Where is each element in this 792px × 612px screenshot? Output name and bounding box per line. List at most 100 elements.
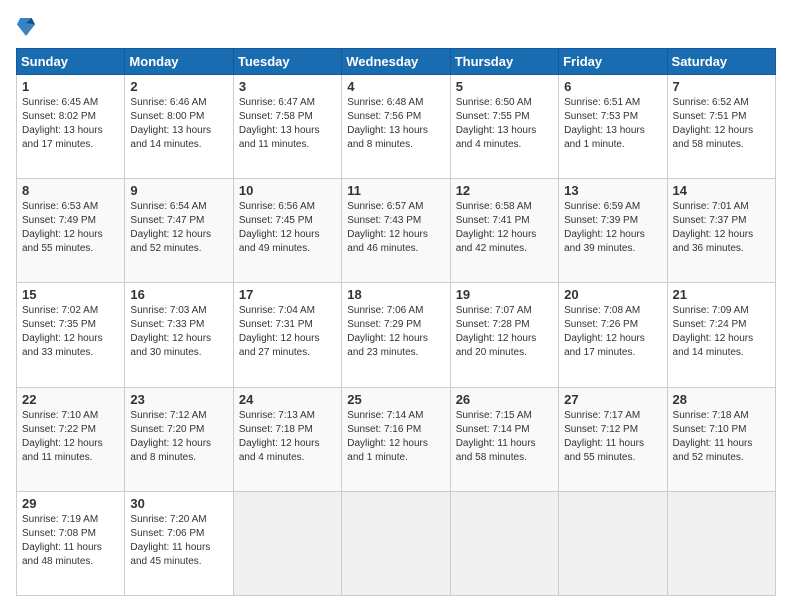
day-number: 8 <box>22 183 119 198</box>
calendar-cell: 27 Sunrise: 7:17 AMSunset: 7:12 PMDaylig… <box>559 387 667 491</box>
day-info: Sunrise: 7:07 AMSunset: 7:28 PMDaylight:… <box>456 304 553 360</box>
calendar-week-row: 29 Sunrise: 7:19 AMSunset: 7:08 PMDaylig… <box>17 491 776 595</box>
calendar-cell <box>450 491 558 595</box>
calendar-cell: 9 Sunrise: 6:54 AMSunset: 7:47 PMDayligh… <box>125 179 233 283</box>
day-header-thursday: Thursday <box>450 49 558 75</box>
calendar-cell: 18 Sunrise: 7:06 AMSunset: 7:29 PMDaylig… <box>342 283 450 387</box>
day-info: Sunrise: 7:20 AMSunset: 7:06 PMDaylight:… <box>130 513 227 569</box>
day-info: Sunrise: 7:02 AMSunset: 7:35 PMDaylight:… <box>22 304 119 360</box>
calendar-cell: 20 Sunrise: 7:08 AMSunset: 7:26 PMDaylig… <box>559 283 667 387</box>
day-info: Sunrise: 7:03 AMSunset: 7:33 PMDaylight:… <box>130 304 227 360</box>
day-number: 12 <box>456 183 553 198</box>
page: SundayMondayTuesdayWednesdayThursdayFrid… <box>0 0 792 612</box>
day-number: 5 <box>456 79 553 94</box>
day-header-friday: Friday <box>559 49 667 75</box>
calendar-cell <box>342 491 450 595</box>
day-info: Sunrise: 6:45 AMSunset: 8:02 PMDaylight:… <box>22 96 119 152</box>
calendar-cell: 25 Sunrise: 7:14 AMSunset: 7:16 PMDaylig… <box>342 387 450 491</box>
day-info: Sunrise: 6:56 AMSunset: 7:45 PMDaylight:… <box>239 200 336 256</box>
calendar-week-row: 8 Sunrise: 6:53 AMSunset: 7:49 PMDayligh… <box>17 179 776 283</box>
day-info: Sunrise: 6:52 AMSunset: 7:51 PMDaylight:… <box>673 96 770 152</box>
calendar-cell: 23 Sunrise: 7:12 AMSunset: 7:20 PMDaylig… <box>125 387 233 491</box>
calendar-cell: 22 Sunrise: 7:10 AMSunset: 7:22 PMDaylig… <box>17 387 125 491</box>
calendar-week-row: 22 Sunrise: 7:10 AMSunset: 7:22 PMDaylig… <box>17 387 776 491</box>
logo <box>16 16 39 38</box>
calendar-cell: 30 Sunrise: 7:20 AMSunset: 7:06 PMDaylig… <box>125 491 233 595</box>
calendar-cell: 1 Sunrise: 6:45 AMSunset: 8:02 PMDayligh… <box>17 75 125 179</box>
day-info: Sunrise: 6:53 AMSunset: 7:49 PMDaylight:… <box>22 200 119 256</box>
calendar-cell: 3 Sunrise: 6:47 AMSunset: 7:58 PMDayligh… <box>233 75 341 179</box>
day-info: Sunrise: 7:09 AMSunset: 7:24 PMDaylight:… <box>673 304 770 360</box>
calendar-cell: 24 Sunrise: 7:13 AMSunset: 7:18 PMDaylig… <box>233 387 341 491</box>
day-number: 16 <box>130 287 227 302</box>
day-number: 3 <box>239 79 336 94</box>
day-number: 17 <box>239 287 336 302</box>
day-number: 1 <box>22 79 119 94</box>
day-number: 10 <box>239 183 336 198</box>
day-info: Sunrise: 7:15 AMSunset: 7:14 PMDaylight:… <box>456 409 553 465</box>
calendar-cell: 16 Sunrise: 7:03 AMSunset: 7:33 PMDaylig… <box>125 283 233 387</box>
calendar-cell: 15 Sunrise: 7:02 AMSunset: 7:35 PMDaylig… <box>17 283 125 387</box>
calendar-table: SundayMondayTuesdayWednesdayThursdayFrid… <box>16 48 776 596</box>
calendar-cell: 4 Sunrise: 6:48 AMSunset: 7:56 PMDayligh… <box>342 75 450 179</box>
calendar-cell: 10 Sunrise: 6:56 AMSunset: 7:45 PMDaylig… <box>233 179 341 283</box>
day-header-monday: Monday <box>125 49 233 75</box>
day-info: Sunrise: 7:08 AMSunset: 7:26 PMDaylight:… <box>564 304 661 360</box>
day-number: 11 <box>347 183 444 198</box>
day-info: Sunrise: 6:58 AMSunset: 7:41 PMDaylight:… <box>456 200 553 256</box>
calendar-cell <box>559 491 667 595</box>
calendar-cell: 28 Sunrise: 7:18 AMSunset: 7:10 PMDaylig… <box>667 387 775 491</box>
calendar-cell: 26 Sunrise: 7:15 AMSunset: 7:14 PMDaylig… <box>450 387 558 491</box>
day-info: Sunrise: 7:19 AMSunset: 7:08 PMDaylight:… <box>22 513 119 569</box>
calendar-cell: 11 Sunrise: 6:57 AMSunset: 7:43 PMDaylig… <box>342 179 450 283</box>
day-number: 13 <box>564 183 661 198</box>
day-number: 19 <box>456 287 553 302</box>
calendar-week-row: 1 Sunrise: 6:45 AMSunset: 8:02 PMDayligh… <box>17 75 776 179</box>
day-info: Sunrise: 6:46 AMSunset: 8:00 PMDaylight:… <box>130 96 227 152</box>
day-info: Sunrise: 7:12 AMSunset: 7:20 PMDaylight:… <box>130 409 227 465</box>
day-number: 20 <box>564 287 661 302</box>
day-number: 15 <box>22 287 119 302</box>
day-info: Sunrise: 6:57 AMSunset: 7:43 PMDaylight:… <box>347 200 444 256</box>
day-number: 28 <box>673 392 770 407</box>
calendar-cell: 19 Sunrise: 7:07 AMSunset: 7:28 PMDaylig… <box>450 283 558 387</box>
day-info: Sunrise: 6:47 AMSunset: 7:58 PMDaylight:… <box>239 96 336 152</box>
calendar-cell: 21 Sunrise: 7:09 AMSunset: 7:24 PMDaylig… <box>667 283 775 387</box>
day-number: 2 <box>130 79 227 94</box>
day-info: Sunrise: 7:17 AMSunset: 7:12 PMDaylight:… <box>564 409 661 465</box>
calendar-week-row: 15 Sunrise: 7:02 AMSunset: 7:35 PMDaylig… <box>17 283 776 387</box>
day-header-tuesday: Tuesday <box>233 49 341 75</box>
day-info: Sunrise: 7:04 AMSunset: 7:31 PMDaylight:… <box>239 304 336 360</box>
calendar-cell: 7 Sunrise: 6:52 AMSunset: 7:51 PMDayligh… <box>667 75 775 179</box>
calendar-cell: 2 Sunrise: 6:46 AMSunset: 8:00 PMDayligh… <box>125 75 233 179</box>
day-info: Sunrise: 7:10 AMSunset: 7:22 PMDaylight:… <box>22 409 119 465</box>
day-number: 23 <box>130 392 227 407</box>
day-info: Sunrise: 7:14 AMSunset: 7:16 PMDaylight:… <box>347 409 444 465</box>
day-info: Sunrise: 7:18 AMSunset: 7:10 PMDaylight:… <box>673 409 770 465</box>
day-info: Sunrise: 6:50 AMSunset: 7:55 PMDaylight:… <box>456 96 553 152</box>
day-info: Sunrise: 7:13 AMSunset: 7:18 PMDaylight:… <box>239 409 336 465</box>
general-blue-icon <box>17 16 35 38</box>
day-number: 7 <box>673 79 770 94</box>
day-number: 26 <box>456 392 553 407</box>
day-info: Sunrise: 6:59 AMSunset: 7:39 PMDaylight:… <box>564 200 661 256</box>
day-number: 27 <box>564 392 661 407</box>
day-info: Sunrise: 7:01 AMSunset: 7:37 PMDaylight:… <box>673 200 770 256</box>
day-info: Sunrise: 7:06 AMSunset: 7:29 PMDaylight:… <box>347 304 444 360</box>
day-number: 18 <box>347 287 444 302</box>
day-number: 9 <box>130 183 227 198</box>
day-header-saturday: Saturday <box>667 49 775 75</box>
calendar-header-row: SundayMondayTuesdayWednesdayThursdayFrid… <box>17 49 776 75</box>
day-header-sunday: Sunday <box>17 49 125 75</box>
calendar-cell: 12 Sunrise: 6:58 AMSunset: 7:41 PMDaylig… <box>450 179 558 283</box>
calendar-cell: 29 Sunrise: 7:19 AMSunset: 7:08 PMDaylig… <box>17 491 125 595</box>
calendar-cell: 14 Sunrise: 7:01 AMSunset: 7:37 PMDaylig… <box>667 179 775 283</box>
calendar-cell <box>233 491 341 595</box>
calendar-cell <box>667 491 775 595</box>
calendar-cell: 13 Sunrise: 6:59 AMSunset: 7:39 PMDaylig… <box>559 179 667 283</box>
day-number: 29 <box>22 496 119 511</box>
calendar-cell: 17 Sunrise: 7:04 AMSunset: 7:31 PMDaylig… <box>233 283 341 387</box>
day-number: 30 <box>130 496 227 511</box>
day-number: 21 <box>673 287 770 302</box>
day-number: 22 <box>22 392 119 407</box>
